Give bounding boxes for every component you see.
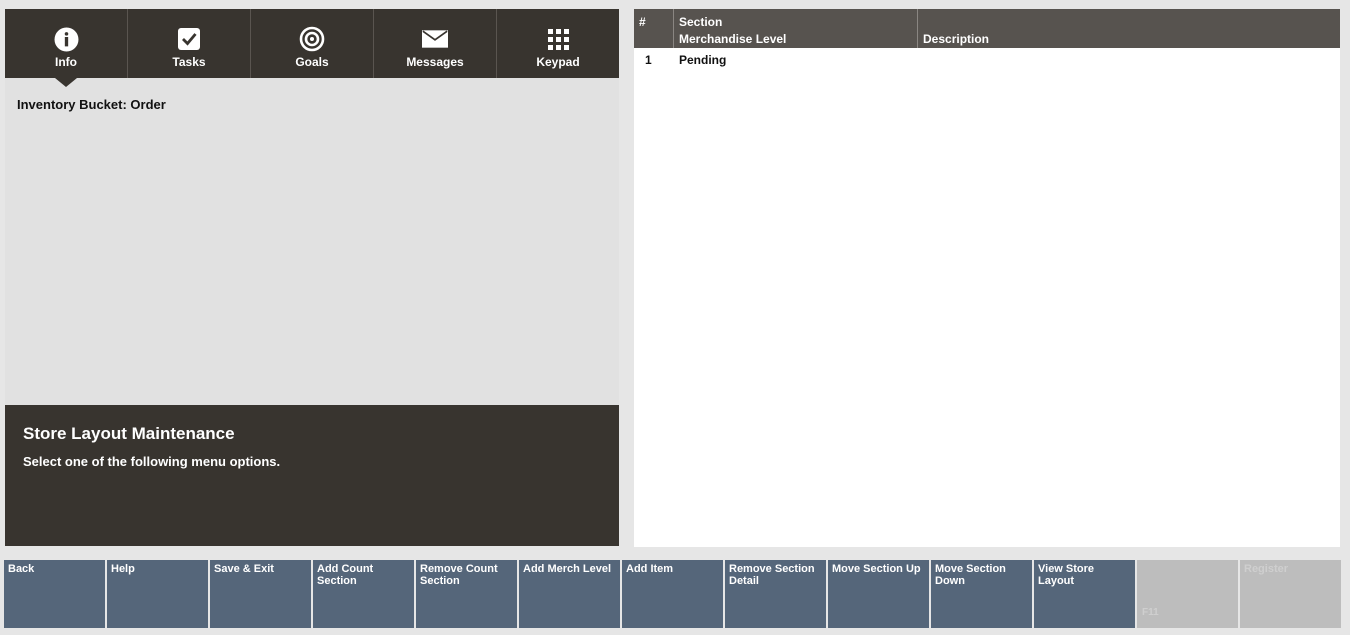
tab-label: Goals: [295, 55, 329, 69]
register-button: Register: [1240, 560, 1341, 628]
prompt-area: Store Layout Maintenance Select one of t…: [5, 405, 619, 546]
tab-bar: Info Tasks Goals Messages Keypad: [5, 9, 619, 87]
row-number: 1: [645, 53, 652, 67]
function-key-bar: Back Help Save & Exit Add Count Section …: [4, 560, 1344, 628]
f11-key-label: F11: [1142, 607, 1159, 618]
active-tab-pointer: [55, 78, 77, 87]
tab-keypad[interactable]: Keypad: [497, 9, 619, 78]
tab-label: Keypad: [536, 55, 580, 69]
tab-label: Tasks: [172, 55, 206, 69]
tab-goals[interactable]: Goals: [251, 9, 374, 78]
tab-messages[interactable]: Messages: [374, 9, 497, 78]
table-header: # Section Merchandise Level Description: [634, 9, 1340, 48]
inventory-bucket-label: Inventory Bucket: Order: [17, 97, 166, 112]
f11-button: F11: [1137, 560, 1238, 628]
column-header-section-line1: Section: [679, 15, 723, 29]
move-section-up-button[interactable]: Move Section Up: [828, 560, 929, 628]
row-section: Pending: [679, 53, 727, 67]
prompt-title: Store Layout Maintenance: [23, 424, 235, 443]
tab-tasks[interactable]: Tasks: [128, 9, 251, 78]
checkbox-icon: [176, 26, 202, 52]
add-item-button[interactable]: Add Item: [622, 560, 723, 628]
section-table: # Section Merchandise Level Description …: [634, 9, 1340, 547]
prompt-text: Select one of the following menu options…: [23, 454, 281, 469]
table-row[interactable]: 1 Pending: [634, 53, 1340, 71]
envelope-icon: [422, 26, 448, 52]
target-icon: [299, 26, 325, 52]
column-header-section-line2: Merchandise Level: [679, 32, 787, 46]
row-description: [918, 53, 1340, 71]
info-icon: [53, 26, 79, 52]
view-store-layout-button[interactable]: View Store Layout: [1034, 560, 1135, 628]
back-button[interactable]: Back: [4, 560, 105, 628]
store-layout-maintenance-screen: Info Tasks Goals Messages Keypad Invento…: [0, 0, 1350, 635]
column-header-section: Section Merchandise Level: [674, 9, 918, 48]
help-button[interactable]: Help: [107, 560, 208, 628]
add-count-section-button[interactable]: Add Count Section: [313, 560, 414, 628]
tab-label: Info: [55, 55, 77, 69]
tab-info[interactable]: Info: [5, 9, 128, 87]
left-panel: Info Tasks Goals Messages Keypad Invento…: [5, 9, 619, 546]
tab-label: Messages: [406, 55, 464, 69]
add-merch-level-button[interactable]: Add Merch Level: [519, 560, 620, 628]
remove-section-detail-button[interactable]: Remove Section Detail: [725, 560, 826, 628]
save-exit-button[interactable]: Save & Exit: [210, 560, 311, 628]
remove-count-section-button[interactable]: Remove Count Section: [416, 560, 517, 628]
column-header-number: #: [634, 9, 674, 48]
move-section-down-button[interactable]: Move Section Down: [931, 560, 1032, 628]
keypad-icon: [545, 26, 571, 52]
column-header-description: Description: [923, 32, 990, 46]
